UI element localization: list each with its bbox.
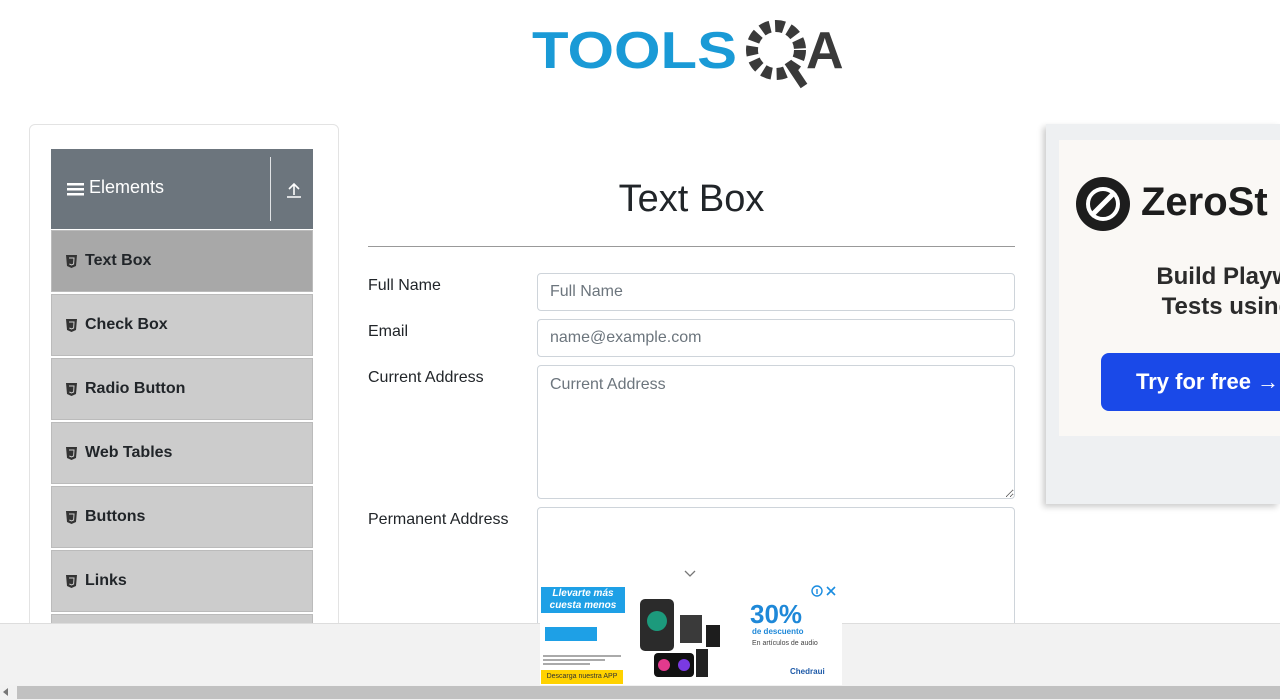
toolsqa-logo[interactable]: TOOLS A <box>532 14 854 92</box>
sidebar-item-label: Check Box <box>85 316 168 333</box>
ad-blue-tag <box>545 627 597 641</box>
html5-icon <box>66 574 77 588</box>
ad-subtitle: Build Playwrig Tests using A <box>1156 263 1280 320</box>
html5-icon <box>66 382 77 396</box>
ad-app-strip: Descarga nuestra APP <box>541 670 623 684</box>
sidebar-item-buttons[interactable]: Buttons <box>51 486 313 548</box>
email-label: Email <box>368 323 409 340</box>
sidebar-item-check-box[interactable]: Check Box <box>51 294 313 356</box>
menu-icon <box>67 182 84 195</box>
sidebar-item-radio-button[interactable]: Radio Button <box>51 358 313 420</box>
ad-brand: ZeroSt <box>1141 180 1268 224</box>
title-divider <box>368 246 1015 247</box>
sidebar-item-links[interactable]: Links <box>51 550 313 612</box>
collapse-up-icon[interactable] <box>283 179 305 201</box>
svg-text:TOOLS: TOOLS <box>532 22 737 80</box>
zerostep-logo-icon <box>1076 177 1130 231</box>
ad-brand-logo: Chedraui <box>790 667 825 676</box>
scroll-left-icon[interactable] <box>3 688 8 696</box>
ad-right[interactable]: ZeroSt Build Playwrig Tests using A Try … <box>1046 124 1280 504</box>
html5-icon <box>66 254 77 268</box>
permanent-address-label: Permanent Address <box>368 511 509 528</box>
speaker-product-image <box>640 599 720 677</box>
ad-fineprint <box>543 653 621 667</box>
sidebar-item-label: Text Box <box>85 252 152 269</box>
html5-icon <box>66 318 77 332</box>
sidebar-item-label: Links <box>85 572 127 589</box>
html5-icon <box>66 446 77 460</box>
group-title: Elements <box>89 177 165 197</box>
elements-group-header[interactable]: Elements <box>51 149 313 229</box>
full-name-input[interactable] <box>537 273 1015 311</box>
html5-icon <box>66 510 77 524</box>
try-for-free-button[interactable]: Try for free → <box>1101 353 1280 411</box>
ad-discount: de descuento <box>752 627 804 636</box>
chevron-down-icon[interactable] <box>682 566 698 582</box>
ad-choices-icon[interactable] <box>810 584 840 598</box>
sidebar-item-web-tables[interactable]: Web Tables <box>51 422 313 484</box>
page-title: Text Box <box>618 178 765 220</box>
ad-sub: En artículos de audio <box>752 640 818 647</box>
sidebar-item-label: Buttons <box>85 508 146 525</box>
sidebar-item-label: Radio Button <box>85 380 186 397</box>
sidebar-menu: Text Box Check Box Radio Button Web Tabl… <box>51 230 313 645</box>
bottom-ad-banner[interactable]: Llevarte más cuesta menos Descarga nuest… <box>540 583 842 685</box>
header-divider <box>270 157 271 221</box>
ad-percent: 30% <box>750 599 803 629</box>
email-input[interactable] <box>537 319 1015 357</box>
current-address-label: Current Address <box>368 369 484 386</box>
sidebar-item-label: Web Tables <box>85 444 173 461</box>
ad-headline: Llevarte más cuesta menos <box>541 587 625 613</box>
full-name-label: Full Name <box>368 277 441 294</box>
current-address-textarea[interactable] <box>537 365 1015 499</box>
svg-text:A: A <box>806 22 844 80</box>
horizontal-scrollbar[interactable] <box>0 685 1280 700</box>
left-panel: Elements Text Box Check Box Radio Button… <box>29 124 339 646</box>
scrollbar-thumb[interactable] <box>17 686 1280 699</box>
sidebar-item-text-box[interactable]: Text Box <box>51 230 313 292</box>
